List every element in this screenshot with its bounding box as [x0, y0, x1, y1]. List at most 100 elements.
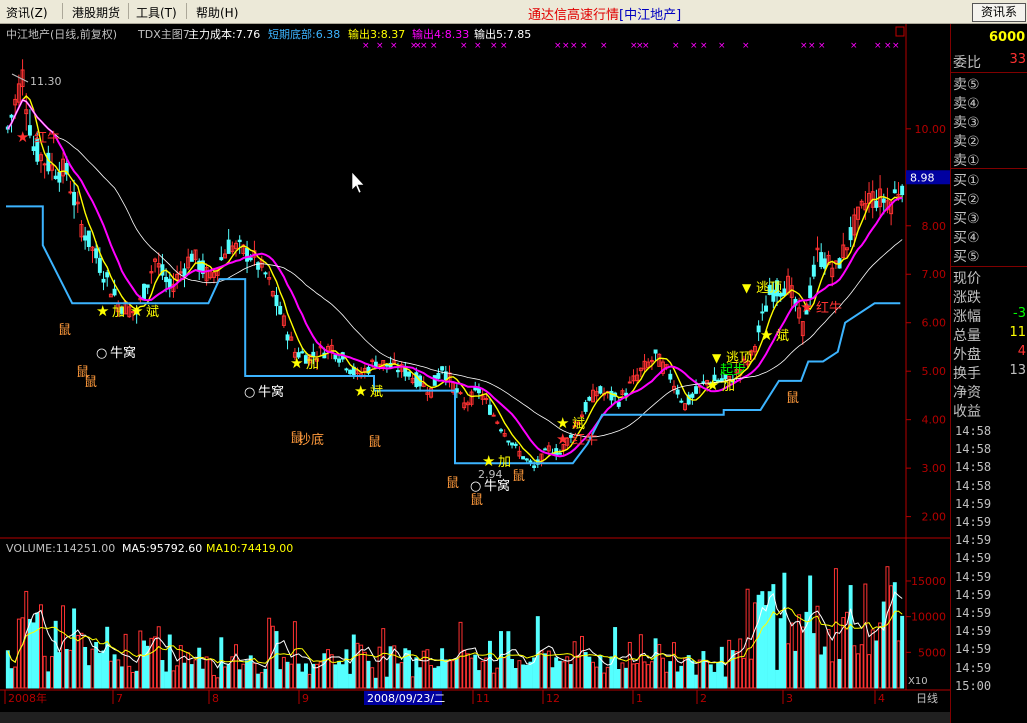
volume-bar: [307, 673, 312, 689]
tick-time: 14:59: [955, 551, 992, 566]
candle-body: [598, 386, 603, 394]
candle-body: [440, 366, 445, 371]
volume-bar: [793, 650, 798, 689]
candle-body: [532, 465, 537, 468]
candle-body: [101, 278, 106, 283]
menu-tools[interactable]: 工具(T): [136, 4, 177, 21]
buy-level-1: 买①: [953, 170, 1027, 189]
volume-bar: [631, 663, 636, 689]
stat-row-value: 4: [1017, 344, 1026, 359]
volume-bar: [256, 673, 261, 689]
candle-body: [83, 235, 88, 241]
signal-cross: ×: [376, 41, 384, 51]
candle-body: [145, 284, 150, 288]
volume-bar: [215, 677, 220, 689]
volume-bar: [362, 651, 367, 689]
candle-body: [263, 272, 268, 275]
volume-bar: [528, 661, 533, 689]
label-shu: 鼠: [58, 323, 71, 338]
menu-info[interactable]: 资讯(Z): [6, 4, 48, 21]
volume-bar: [495, 667, 500, 689]
star-icon: ★: [290, 354, 303, 372]
menu-bar: 资讯(Z) 港股期货 工具(T) 帮助(H) 通达信高速行情[中江地产] 资讯系: [0, 0, 1027, 24]
volume-bar: [447, 659, 452, 689]
label-niuwo: 牛窝: [110, 345, 136, 361]
volume-bar: [274, 631, 279, 689]
label-jia: 加: [112, 305, 125, 320]
volume-bar: [539, 650, 544, 689]
circle-icon: ○: [470, 479, 481, 494]
volume-bar: [878, 622, 883, 689]
volume-bar: [164, 671, 169, 689]
label-bin: 斌: [776, 329, 789, 344]
star-icon: ★: [130, 302, 143, 320]
weibi-row: 6000: [953, 30, 1027, 50]
stat-row-label: 净资: [953, 385, 981, 401]
star-icon: ★: [706, 376, 719, 394]
signal-cross: ×: [500, 41, 508, 51]
volume-bar: [245, 660, 250, 689]
candle-body: [701, 381, 706, 384]
volume-bar: [414, 657, 419, 689]
volume-bar: [811, 633, 816, 689]
candle-body: [473, 387, 478, 391]
signal-cross: ×: [672, 41, 680, 51]
volume-bar: [53, 620, 58, 689]
candle-body: [819, 252, 824, 267]
circle-icon: ○: [96, 346, 107, 361]
volume-bar: [885, 566, 890, 689]
volume-bar: [189, 664, 194, 689]
volume-bar: [506, 631, 511, 689]
candle-body: [543, 448, 548, 451]
volume-bar: [859, 644, 864, 689]
volume-bar: [837, 658, 842, 689]
volume-bar: [649, 661, 654, 689]
candle-body: [395, 369, 400, 373]
buy-level-1-label: 买①: [953, 173, 980, 189]
volume-bar: [874, 640, 879, 689]
label-chaodi: 抄底: [298, 432, 324, 448]
volume-bar: [524, 664, 529, 689]
candle-body: [436, 372, 441, 379]
volume-bar: [46, 671, 51, 689]
chart-canvas: × × × ××× × × × × × × × × × × ××× × × × × × × × × × × × ×11.302.94…: [0, 24, 950, 705]
signal-cross: ×: [808, 41, 816, 51]
volume-bar: [454, 658, 459, 689]
stat-row: 外盘 4: [953, 344, 1027, 363]
triangle-down-icon: ▼: [742, 281, 752, 295]
volume-bar: [863, 583, 868, 689]
candle-body: [513, 443, 518, 446]
signal-cross: ×: [362, 41, 370, 51]
stat-row: 总量 11: [953, 325, 1027, 344]
volume-bar: [697, 659, 702, 689]
kline-chart-area[interactable]: 中江地产(日线,前复权) TDX主图7 主力成本:7.76 短期底部:6.38 …: [0, 24, 950, 714]
volume-bar: [351, 634, 356, 689]
star-icon: ★: [96, 302, 109, 320]
label-hongniu: 红牛: [816, 300, 842, 316]
volume-bar: [160, 660, 165, 689]
volume-bar: [620, 662, 625, 689]
tick-time: 14:59: [955, 660, 992, 675]
menu-hk-futures[interactable]: 港股期货: [72, 4, 120, 21]
candle-body: [616, 401, 621, 407]
menu-help[interactable]: 帮助(H): [196, 4, 238, 21]
volume-bar: [142, 640, 146, 689]
info-button[interactable]: 资讯系: [972, 3, 1026, 22]
candle-body: [458, 392, 463, 395]
candle-body: [653, 349, 658, 354]
buy-level-4: 买④: [953, 227, 1027, 246]
volume-bar: [557, 660, 562, 689]
volume-bar: [281, 656, 286, 689]
volume-bar: [138, 630, 143, 689]
label-bin: 斌: [370, 385, 383, 400]
volume-bar: [491, 672, 496, 689]
bottom-tab-strip: [0, 712, 950, 723]
label-shu: 鼠: [786, 391, 799, 406]
label-niuwo: 牛窝: [258, 384, 284, 400]
star-icon: ★: [16, 128, 29, 146]
signal-cross: ×: [892, 41, 900, 51]
volume-bar: [326, 649, 331, 689]
stat-row-label: 现价: [953, 271, 981, 287]
volume-bar: [583, 652, 588, 689]
label-qibu: 起步: [720, 363, 746, 378]
